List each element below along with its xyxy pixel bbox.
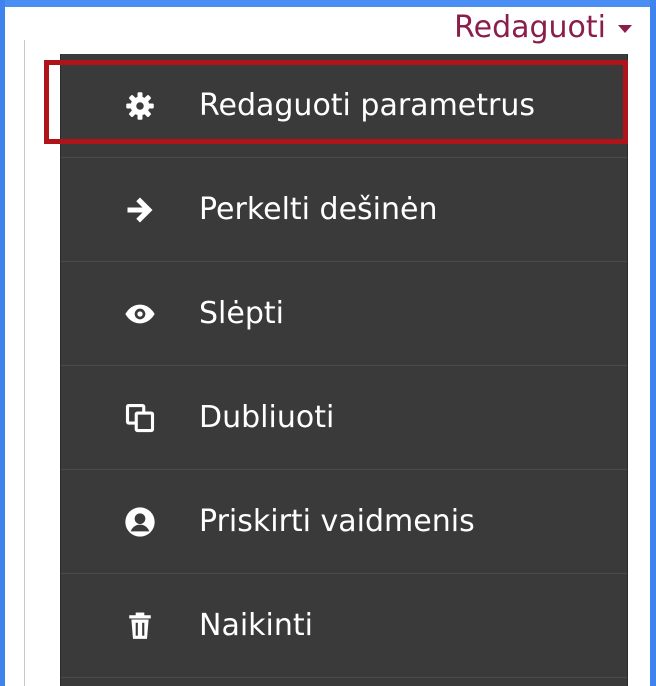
menu-item-label: Priskirti vaidmenis [199,504,475,539]
menu-item-label: Naikinti [199,608,313,643]
edit-dropdown-label: Redaguoti [454,9,606,45]
menu-item-move-right[interactable]: Perkelti dešinėn [61,158,627,262]
menu-item-label: Redaguoti parametrus [199,88,535,123]
copy-icon [123,401,157,435]
menu-item-label: Slėpti [199,296,284,331]
panel-border [24,40,25,686]
menu-item-hide[interactable]: Slėpti [61,262,627,366]
edit-dropdown-trigger[interactable]: Redaguoti [454,6,632,48]
arrow-right-icon [123,193,157,227]
caret-down-icon [618,25,632,33]
menu-item-duplicate[interactable]: Dubliuoti [61,366,627,470]
window-right-edge [650,0,656,686]
menu-item-delete[interactable]: Naikinti [61,574,627,678]
trash-icon [123,609,157,643]
gear-icon [123,89,157,123]
user-circle-icon [123,505,157,539]
menu-item-label: Perkelti dešinėn [199,192,438,227]
menu-item-edit-settings[interactable]: Redaguoti parametrus [61,54,627,158]
eye-icon [123,297,157,331]
window-left-edge [0,0,5,686]
menu-item-assign-roles[interactable]: Priskirti vaidmenis [61,470,627,574]
edit-dropdown-menu: Redaguoti parametrus Perkelti dešinėn Sl… [60,54,628,686]
menu-item-label: Dubliuoti [199,400,335,435]
